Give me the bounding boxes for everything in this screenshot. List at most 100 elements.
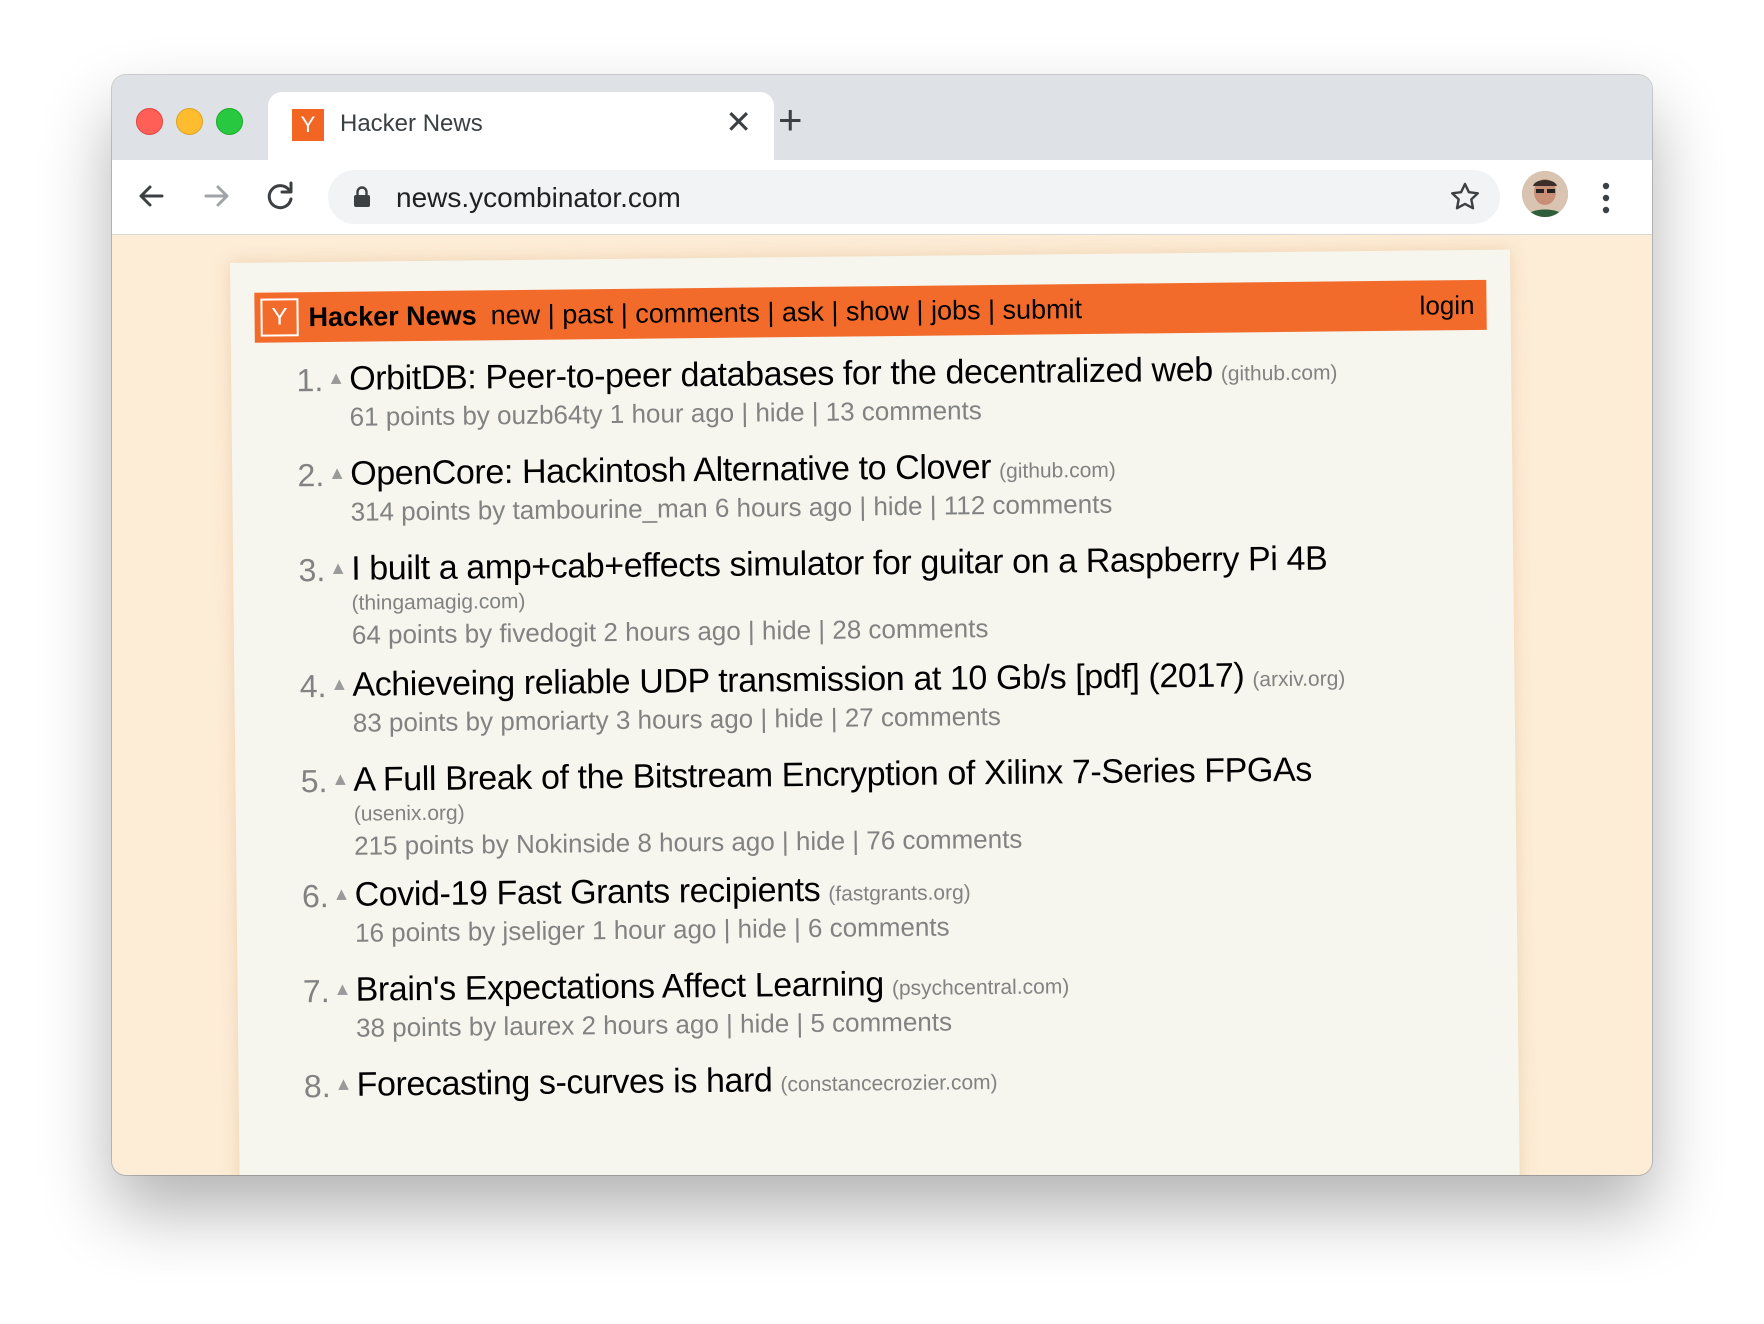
nav-show[interactable]: show <box>846 295 909 326</box>
story-title-line: OpenCore: Hackintosh Alternative to Clov… <box>350 447 1116 494</box>
nav-submit[interactable]: submit <box>1002 294 1082 325</box>
story-user-link[interactable]: pmoriarty <box>500 705 609 736</box>
story-age-link[interactable]: 1 hour ago <box>592 914 717 945</box>
story-title-link[interactable]: OrbitDB: Peer-to-peer databases for the … <box>349 351 1213 398</box>
comments-link[interactable]: 112 comments <box>944 489 1113 521</box>
hide-link[interactable]: hide <box>755 397 804 428</box>
story-site[interactable]: (fastgrants.org) <box>828 881 971 905</box>
close-window-button[interactable] <box>136 108 163 135</box>
site-name[interactable]: Hacker News <box>308 300 476 333</box>
nav-comments[interactable]: comments <box>635 297 760 328</box>
nav-ask[interactable]: ask <box>782 296 824 326</box>
story-title-link[interactable]: Forecasting s-curves is hard <box>356 1061 772 1103</box>
bookmark-star-icon[interactable] <box>1448 180 1482 214</box>
story-rank: 4. <box>299 668 327 705</box>
hide-link[interactable]: hide <box>774 703 823 734</box>
minimize-window-button[interactable] <box>176 108 203 135</box>
story-age-link[interactable]: 1 hour ago <box>610 398 735 429</box>
comments-link[interactable]: 13 comments <box>826 395 982 427</box>
comments-link[interactable]: 5 comments <box>810 1006 952 1037</box>
login-link[interactable]: login <box>1419 289 1474 321</box>
upvote-arrow-icon[interactable]: ▲ <box>329 558 347 579</box>
upvote-arrow-icon[interactable]: ▲ <box>328 463 346 484</box>
story-rank: 2. <box>297 457 325 494</box>
story-title-line: I built a amp+cab+effects simulator for … <box>351 540 1327 589</box>
upvote-arrow-icon[interactable]: ▲ <box>334 1074 352 1095</box>
story-subtext: 61 points by ouzb64ty 1 hour ago | hide … <box>349 395 982 432</box>
story-user-link[interactable]: ouzb64ty <box>497 399 603 430</box>
story-item: 4. ▲ Achieveing reliable UDP transmissio… <box>234 654 1514 737</box>
story-points: 61 points <box>349 400 456 432</box>
more-options-icon[interactable] <box>1601 178 1611 218</box>
page-viewport: Y Hacker News new | past | comments | as… <box>112 235 1652 1175</box>
hn-header: Y Hacker News new | past | comments | as… <box>254 279 1487 343</box>
story-site[interactable]: (github.com) <box>1221 361 1338 385</box>
story-site[interactable]: (arxiv.org) <box>1252 667 1345 691</box>
back-arrow-icon[interactable] <box>130 174 174 218</box>
story-title-line: A Full Break of the Bitstream Encryption… <box>353 751 1312 800</box>
nav-past[interactable]: past <box>562 298 613 329</box>
story-site[interactable]: (usenix.org) <box>354 802 465 827</box>
story-title-link[interactable]: I built a amp+cab+effects simulator for … <box>351 540 1327 588</box>
upvote-arrow-icon[interactable]: ▲ <box>331 769 349 790</box>
story-site[interactable]: (psychcentral.com) <box>892 975 1070 1000</box>
upvote-arrow-icon[interactable]: ▲ <box>333 884 351 905</box>
story-user-link[interactable]: tambourine_man <box>512 493 707 525</box>
person-avatar-icon <box>1522 171 1568 217</box>
address-bar[interactable]: news.ycombinator.com <box>328 170 1500 224</box>
upvote-arrow-icon[interactable]: ▲ <box>327 368 345 389</box>
story-age-link[interactable]: 2 hours ago <box>581 1009 719 1040</box>
nav-new[interactable]: new <box>491 299 541 330</box>
browser-toolbar: news.ycombinator.com <box>112 160 1652 235</box>
story-age-link[interactable]: 3 hours ago <box>616 704 754 735</box>
story-title-link[interactable]: Covid-19 Fast Grants recipients <box>354 871 820 914</box>
story-age-link[interactable]: 2 hours ago <box>603 616 741 647</box>
story-subtext: 314 points by tambourine_man 6 hours ago… <box>350 488 1113 527</box>
reload-icon[interactable] <box>258 174 302 218</box>
comments-link[interactable]: 27 comments <box>845 701 1001 733</box>
hide-link[interactable]: hide <box>740 1008 789 1039</box>
comments-link[interactable]: 76 comments <box>866 824 1022 856</box>
upvote-arrow-icon[interactable]: ▲ <box>334 979 352 1000</box>
tab-hacker-news[interactable]: Y Hacker News ✕ <box>268 92 774 160</box>
story-subtext: 83 points by pmoriarty 3 hours ago | hid… <box>352 700 1001 738</box>
hide-link[interactable]: hide <box>873 491 922 522</box>
story-points: 83 points <box>352 706 459 738</box>
story-rank: 8. <box>303 1067 331 1105</box>
nav-jobs[interactable]: jobs <box>931 295 981 326</box>
hide-link[interactable]: hide <box>762 615 811 646</box>
tab-title: Hacker News <box>340 110 483 137</box>
story-site[interactable]: (thingamagig.com) <box>351 590 525 616</box>
close-icon[interactable]: ✕ <box>725 103 752 141</box>
story-rank: 3. <box>298 552 326 589</box>
hide-link[interactable]: hide <box>737 913 786 944</box>
new-tab-button[interactable]: + <box>778 99 803 141</box>
story-title-link[interactable]: Achieveing reliable UDP transmission at … <box>352 656 1244 703</box>
story-item: 1. ▲ OrbitDB: Peer-to-peer databases for… <box>231 348 1511 432</box>
story-title-link[interactable]: OpenCore: Hackintosh Alternative to Clov… <box>350 448 991 493</box>
maximize-window-button[interactable] <box>216 108 243 135</box>
y-logo-icon[interactable]: Y <box>260 298 299 337</box>
comments-link[interactable]: 28 comments <box>832 613 988 645</box>
comments-link[interactable]: 6 comments <box>808 912 950 943</box>
hn-nav: new | past | comments | ask | show | job… <box>490 293 1083 330</box>
story-age-link[interactable]: 6 hours ago <box>715 491 853 522</box>
story-user-link[interactable]: jseliger <box>502 915 585 946</box>
story-site[interactable]: (github.com) <box>999 459 1116 483</box>
hide-link[interactable]: hide <box>796 826 845 857</box>
story-title-link[interactable]: Brain's Expectations Affect Learning <box>355 965 884 1009</box>
story-title-link[interactable]: A Full Break of the Bitstream Encryption… <box>353 751 1312 799</box>
story-age-link[interactable]: 8 hours ago <box>637 826 775 857</box>
story-site[interactable]: (constancecrozier.com) <box>780 1071 997 1096</box>
story-rank: 6. <box>301 878 329 915</box>
story-subtext: 215 points by Nokinside 8 hours ago | hi… <box>353 823 1023 861</box>
upvote-arrow-icon[interactable]: ▲ <box>330 674 348 695</box>
story-user-link[interactable]: fivedogit <box>499 617 596 648</box>
profile-avatar[interactable] <box>1522 171 1568 217</box>
story-item: 6. ▲ Covid-19 Fast Grants recipients (fas… <box>236 864 1516 948</box>
story-title-line: Covid-19 Fast Grants recipients (fastgran… <box>354 869 970 914</box>
story-user-link[interactable]: laurex <box>503 1010 574 1041</box>
forward-arrow-icon[interactable] <box>194 174 238 218</box>
story-user-link[interactable]: Nokinside <box>516 828 630 859</box>
story-item: 5. ▲ A Full Break of the Bitstream Encry… <box>235 749 1515 861</box>
